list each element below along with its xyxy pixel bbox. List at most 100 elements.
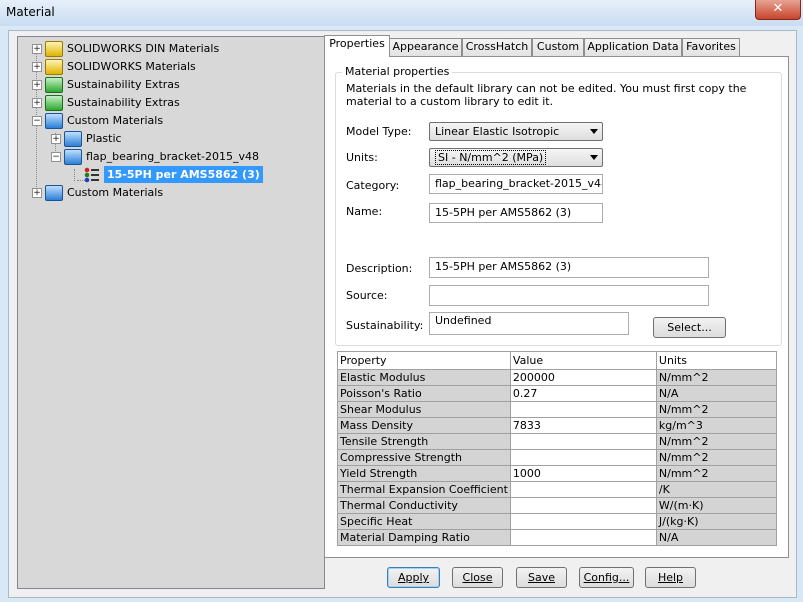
tree-item-solidworks-materials[interactable]: + SOLIDWORKS Materials [31,58,321,75]
property-value[interactable]: 1000 [509,465,657,482]
tab-custom[interactable]: Custom [532,38,584,56]
tree-item-sustainability-extras-2[interactable]: + Sustainability Extras [31,94,321,111]
table-row: Elastic Modulus 200000 N/mm^2 [337,369,778,386]
table-row: Mass Density 7833 kg/m^3 [337,417,778,434]
table-row: Yield Strength 1000 N/mm^2 [337,465,778,482]
property-value[interactable]: 0.27 [509,385,657,402]
apply-button-label: Apply [397,571,430,584]
source-label: Source: [346,289,388,302]
tab-crosshatch[interactable]: CrossHatch [462,38,532,56]
title-bar: Material ✕ [0,0,803,26]
model-type-label: Model Type: [346,125,412,138]
property-name: Poisson's Ratio [337,385,511,402]
property-units: N/mm^2 [655,465,778,482]
property-value[interactable] [509,529,657,546]
save-button[interactable]: Save [516,567,567,588]
property-units: J/(kg·K) [655,513,778,530]
collapse-icon[interactable]: − [51,152,61,162]
property-value[interactable] [509,481,657,498]
tree-item-sustainability-extras[interactable]: + Sustainability Extras [31,76,321,93]
properties-panel: Material properties Materials in the def… [324,56,789,558]
group-title: Material properties [342,65,453,78]
units-value: SI - N/mm^2 (MPa) [435,150,547,165]
property-value[interactable] [509,401,657,418]
tab-appearance[interactable]: Appearance [389,38,462,56]
tree-item-label: Custom Materials [67,114,164,127]
units-label: Units: [346,151,378,164]
sustainability-field: Undefined [429,312,629,335]
expand-icon[interactable]: + [32,62,42,72]
property-name: Compressive Strength [337,449,511,466]
property-value[interactable]: 200000 [509,369,657,386]
edit-note: Materials in the default library can not… [346,82,747,108]
property-value[interactable] [509,497,657,514]
table-header: Property Value Units [337,351,778,370]
tree-item-label: Sustainability Extras [67,78,180,91]
property-value[interactable] [509,513,657,530]
description-field[interactable]: 15-5PH per AMS5862 (3) [429,257,709,278]
property-units: N/mm^2 [655,401,778,418]
save-button-label: Save [527,571,555,584]
window-title: Material [6,5,55,19]
tree-item-custom-materials[interactable]: − Custom Materials [31,112,321,129]
material-tree[interactable]: + SOLIDWORKS DIN Materials + SOLIDWORKS … [17,36,325,589]
property-name: Shear Modulus [337,401,511,418]
tree-item-label: SOLIDWORKS DIN Materials [67,42,220,55]
help-button-label: Help [657,571,684,584]
property-name: Elastic Modulus [337,369,511,386]
property-units: W/(m·K) [655,497,778,514]
config-button[interactable]: Config... [579,567,634,588]
tree-connector [74,169,75,181]
close-window-button[interactable]: ✕ [755,0,801,20]
model-type-select[interactable]: Linear Elastic Isotropic [429,122,603,141]
property-name: Thermal Conductivity [337,497,511,514]
tree-item-selected-material[interactable]: 15-5PH per AMS5862 (3) [84,166,314,183]
tree-item-label: flap_bearing_bracket-2015_v48 [86,150,259,163]
property-name: Specific Heat [337,513,511,530]
expand-icon[interactable]: + [32,44,42,54]
column-header-units: Units [655,351,778,370]
property-value[interactable] [509,433,657,450]
expand-icon[interactable]: + [32,188,42,198]
category-blue-icon [64,149,82,165]
select-sustainability-button[interactable]: Select... [653,317,726,338]
tree-item-flap-bearing-bracket[interactable]: − flap_bearing_bracket-2015_v48 [50,148,320,165]
tree-item-label: Sustainability Extras [67,96,180,109]
property-units: N/A [655,385,778,402]
tab-properties[interactable]: Properties [324,35,390,57]
property-value[interactable] [509,449,657,466]
table-row: Thermal Conductivity W/(m·K) [337,497,778,514]
column-header-property: Property [337,351,511,370]
library-green-icon [45,95,63,111]
expand-icon[interactable]: + [32,98,42,108]
library-green-icon [45,77,63,93]
category-blue-icon [64,131,82,147]
tree-item-label: SOLIDWORKS Materials [67,60,196,73]
units-select[interactable]: SI - N/mm^2 (MPa) [429,148,603,167]
collapse-icon[interactable]: − [32,116,42,126]
property-value[interactable]: 7833 [509,417,657,434]
name-field[interactable]: 15-5PH per AMS5862 (3) [429,203,603,223]
expand-icon[interactable]: + [51,134,61,144]
tab-application-data[interactable]: Application Data [584,38,682,56]
tree-item-label: Plastic [86,132,122,145]
expand-icon[interactable]: + [32,80,42,90]
table-row: Shear Modulus N/mm^2 [337,401,778,418]
table-row: Poisson's Ratio 0.27 N/A [337,385,778,402]
apply-button[interactable]: Apply [387,567,440,588]
property-name: Material Damping Ratio [337,529,511,546]
config-button-label: Config... [583,571,630,584]
library-yellow-icon [45,59,63,75]
property-name: Mass Density [337,417,511,434]
tree-item-custom-materials-2[interactable]: + Custom Materials [31,184,321,201]
source-field[interactable] [429,285,709,306]
tab-favorites[interactable]: Favorites [682,38,740,56]
tree-item-plastic[interactable]: + Plastic [50,130,320,147]
help-button[interactable]: Help [645,567,696,588]
material-icon [84,167,99,183]
category-field[interactable]: flap_bearing_bracket-2015_v48 [429,174,603,194]
property-name: Yield Strength [337,465,511,482]
library-blue-icon [45,113,63,129]
close-button[interactable]: Close [452,567,503,588]
tree-item-solidworks-din-materials[interactable]: + SOLIDWORKS DIN Materials [31,40,321,57]
